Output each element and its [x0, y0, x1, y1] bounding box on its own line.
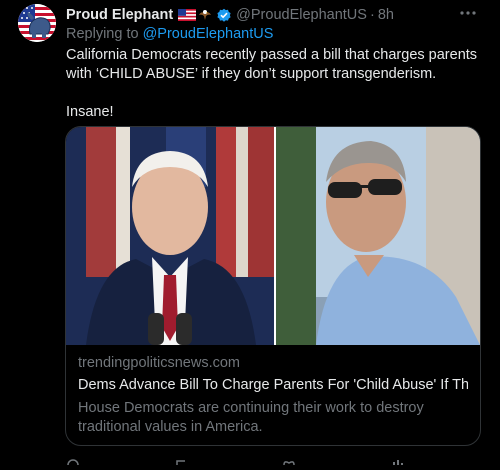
us-flag-icon	[178, 9, 197, 21]
tweet[interactable]: Proud Elephant @ProudElephantUS · 8h Rep…	[0, 0, 500, 470]
author-name[interactable]: Proud Elephant	[66, 7, 173, 23]
tweet-text-exclamation: Insane!	[66, 104, 114, 120]
card-description: House Democrats are continuing their wor…	[78, 400, 424, 435]
card-image-right-photo	[276, 127, 480, 345]
like-icon[interactable]	[282, 452, 296, 466]
verified-badge-icon[interactable]	[216, 7, 232, 23]
tweet-header: Proud Elephant @ProudElephantUS · 8h	[66, 5, 482, 25]
card-body: trendingpoliticsnews.com Dems Advance Bi…	[78, 355, 468, 437]
tweet-actions	[66, 452, 486, 470]
card-title[interactable]: Dems Advance Bill To Charge Parents For …	[78, 377, 468, 397]
replying-to: Replying to @ProudElephantUS	[66, 26, 273, 42]
more-options-icon[interactable]	[458, 0, 478, 20]
card-image-left-photo	[66, 127, 275, 345]
tweet-text: California Democrats recently passed a b…	[66, 46, 486, 122]
tweet-timestamp[interactable]: 8h	[378, 7, 394, 23]
views-icon[interactable]	[390, 452, 404, 465]
avatar[interactable]	[18, 4, 56, 42]
reply-icon[interactable]	[66, 452, 80, 470]
eagle-icon	[198, 8, 212, 22]
tweet-text-main: California Democrats recently passed a b…	[66, 47, 478, 82]
card-domain: trendingpoliticsnews.com	[78, 355, 240, 371]
separator-dot: ·	[369, 7, 375, 23]
replying-to-link[interactable]: @ProudElephantUS	[143, 26, 274, 42]
link-card[interactable]: trendingpoliticsnews.com Dems Advance Bi…	[65, 126, 481, 446]
replying-prefix: Replying to	[66, 26, 139, 42]
author-handle[interactable]: @ProudElephantUS	[236, 7, 367, 23]
card-image[interactable]	[66, 127, 480, 345]
repost-icon[interactable]	[174, 452, 188, 465]
